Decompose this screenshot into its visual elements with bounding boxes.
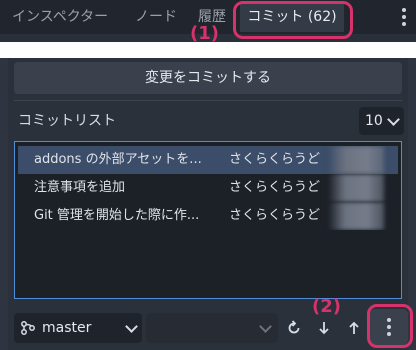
branch-name: master [42, 320, 92, 336]
fetch-button[interactable] [282, 313, 306, 343]
blurred-date [328, 174, 384, 202]
commit-row[interactable]: 注意事項を追加 さくらくらうど [18, 174, 398, 202]
commit-count-value: 10 [365, 113, 383, 129]
commit-row[interactable]: Git 管理を開始した際に作... さくらくらうど [18, 202, 398, 230]
commit-message: addons の外部アセットを... [34, 152, 202, 167]
commit-changes-button[interactable]: 変更をコミットする [14, 62, 402, 94]
refresh-icon [288, 320, 300, 334]
commit-message: 注意事項を追加 [34, 180, 126, 195]
blurred-date [328, 202, 384, 230]
divider [14, 100, 402, 101]
commit-count-select[interactable]: 10 [359, 107, 404, 135]
commit-author: さくらくらうど [229, 180, 321, 195]
annotation-label-2: (2) [312, 296, 341, 317]
overlay-gap [0, 42, 416, 58]
branch-select[interactable]: master [14, 313, 142, 343]
pull-icon [319, 322, 329, 335]
annotation-label-1: (1) [190, 23, 219, 44]
commit-list[interactable]: addons の外部アセットを... さくらくらうど 注意事項を追加 さくらくら… [14, 141, 402, 299]
push-button[interactable] [342, 313, 366, 343]
commit-author: さくらくらうど [229, 152, 321, 167]
chevron-down-icon [259, 320, 272, 333]
commit-row[interactable]: addons の外部アセットを... さくらくらうど [18, 146, 398, 174]
pull-button[interactable] [312, 313, 336, 343]
tab-inspector[interactable]: インスペクター [12, 0, 108, 34]
commit-author: さくらくらうど [229, 208, 321, 223]
push-icon [349, 321, 359, 334]
commit-message: Git 管理を開始した際に作... [34, 208, 200, 223]
blurred-date [328, 146, 384, 174]
chevron-down-icon [125, 320, 138, 333]
commit-list-label: コミットリスト [18, 113, 116, 129]
branch-icon [21, 321, 35, 335]
highlight-more-button [367, 304, 413, 348]
tab-menu-icon[interactable] [402, 6, 406, 28]
highlight-commit-tab [233, 1, 353, 39]
tab-node[interactable]: ノード [135, 0, 177, 34]
chevron-down-icon [387, 113, 400, 126]
remote-select[interactable] [146, 313, 278, 343]
